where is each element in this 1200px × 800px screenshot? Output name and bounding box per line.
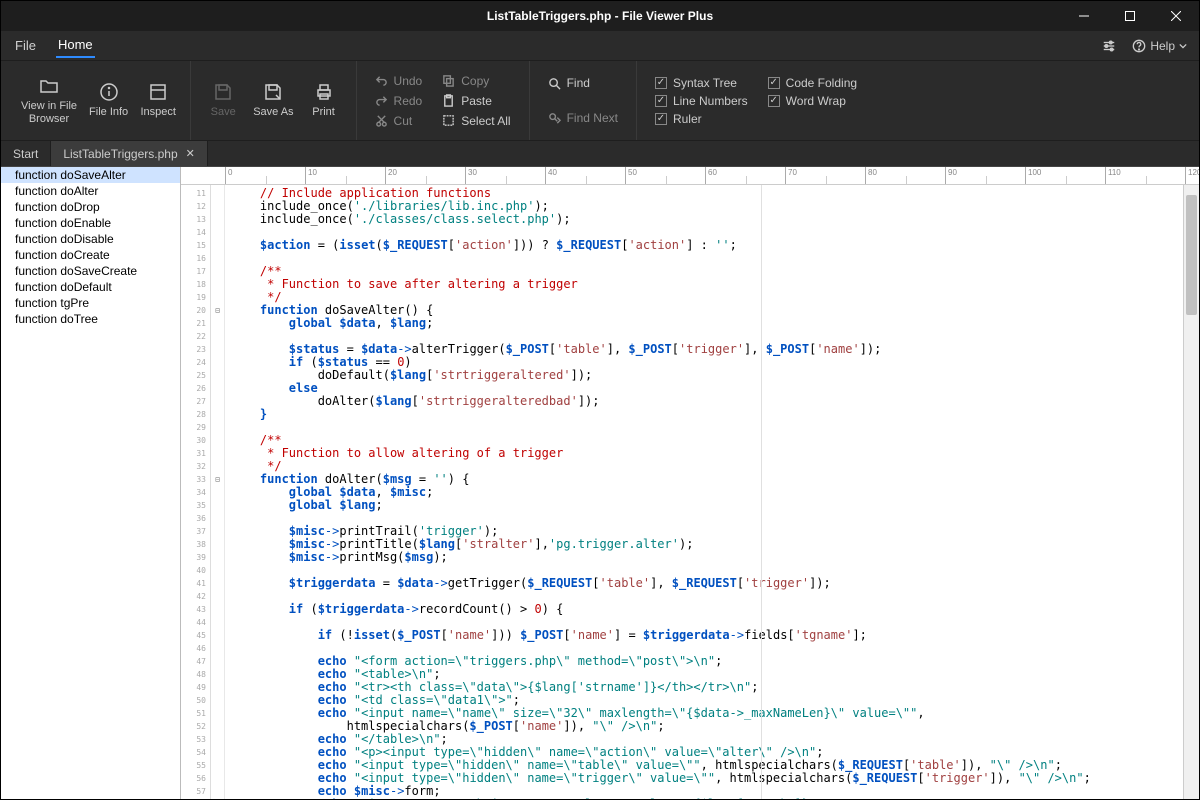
menu-home[interactable]: Home xyxy=(56,33,95,58)
window-title: ListTableTriggers.php - File Viewer Plus xyxy=(487,9,713,23)
checkbox-icon xyxy=(655,77,667,89)
ruler-checkbox[interactable]: Ruler xyxy=(651,111,752,127)
sidebar-item[interactable]: function doSaveAlter xyxy=(1,167,180,183)
sidebar-item[interactable]: function tgPre xyxy=(1,295,180,311)
sidebar-item[interactable]: function doEnable xyxy=(1,215,180,231)
find-button[interactable]: Find xyxy=(544,74,622,92)
document-tabs: Start ListTableTriggers.php ✕ xyxy=(1,141,1199,167)
file-info-button[interactable]: File Info xyxy=(83,78,134,122)
ruler: 0102030405060708090100110120130140150 xyxy=(181,167,1199,185)
word-wrap-checkbox[interactable]: Word Wrap xyxy=(764,93,861,109)
copy-button[interactable]: Copy xyxy=(438,72,514,90)
sidebar-item[interactable]: function doDisable xyxy=(1,231,180,247)
inspect-button[interactable]: Inspect xyxy=(134,78,182,122)
fold-gutter[interactable]: ⊟⊟ xyxy=(211,185,225,799)
titlebar: ListTableTriggers.php - File Viewer Plus xyxy=(1,1,1199,31)
sidebar-item[interactable]: function doDefault xyxy=(1,279,180,295)
line-number-gutter: 1112131415161718192021222324252627282930… xyxy=(181,185,211,799)
save-button: Save xyxy=(199,78,247,122)
sidebar-item[interactable]: function doTree xyxy=(1,311,180,327)
code-folding-checkbox[interactable]: Code Folding xyxy=(764,75,861,91)
checkbox-icon xyxy=(768,77,780,89)
code-editor[interactable]: 0102030405060708090100110120130140150 11… xyxy=(181,167,1199,799)
view-in-file-browser-button[interactable]: View in File Browser xyxy=(15,72,83,128)
settings-icon[interactable] xyxy=(1102,39,1116,53)
sidebar-item[interactable]: function doSaveCreate xyxy=(1,263,180,279)
folder-icon xyxy=(39,76,59,96)
inspect-icon xyxy=(148,82,168,102)
find-next-button[interactable]: Find Next xyxy=(544,109,622,127)
scrollbar-thumb[interactable] xyxy=(1186,195,1197,315)
close-button[interactable] xyxy=(1153,1,1199,31)
vertical-scrollbar[interactable] xyxy=(1183,185,1199,799)
redo-button[interactable]: Redo xyxy=(371,92,427,110)
tab-start[interactable]: Start xyxy=(1,141,51,166)
save-as-icon xyxy=(263,82,283,102)
paste-button[interactable]: Paste xyxy=(438,92,514,110)
maximize-button[interactable] xyxy=(1107,1,1153,31)
save-icon xyxy=(213,82,233,102)
select-all-button[interactable]: Select All xyxy=(438,112,514,130)
info-icon xyxy=(99,82,119,102)
print-button[interactable]: Print xyxy=(300,78,348,122)
code-content[interactable]: // Include application functions include… xyxy=(225,185,1183,799)
save-as-button[interactable]: Save As xyxy=(247,78,299,122)
checkbox-icon xyxy=(768,95,780,107)
sidebar-item[interactable]: function doDrop xyxy=(1,199,180,215)
sidebar-item[interactable]: function doAlter xyxy=(1,183,180,199)
minimize-button[interactable] xyxy=(1061,1,1107,31)
menu-bar: File Home Help xyxy=(1,31,1199,61)
checkbox-icon xyxy=(655,113,667,125)
tab-file[interactable]: ListTableTriggers.php ✕ xyxy=(51,141,208,166)
print-icon xyxy=(314,82,334,102)
checkbox-icon xyxy=(655,95,667,107)
undo-button[interactable]: Undo xyxy=(371,72,427,90)
close-tab-icon[interactable]: ✕ xyxy=(186,147,195,160)
help-menu[interactable]: Help xyxy=(1132,39,1187,53)
syntax-tree-sidebar[interactable]: function doSaveAlterfunction doAlterfunc… xyxy=(1,167,181,799)
syntax-tree-checkbox[interactable]: Syntax Tree xyxy=(651,75,752,91)
menu-file[interactable]: File xyxy=(13,34,38,57)
line-numbers-checkbox[interactable]: Line Numbers xyxy=(651,93,752,109)
sidebar-item[interactable]: function doCreate xyxy=(1,247,180,263)
cut-button[interactable]: Cut xyxy=(371,112,427,130)
ribbon: View in File Browser File Info Inspect S… xyxy=(1,61,1199,141)
